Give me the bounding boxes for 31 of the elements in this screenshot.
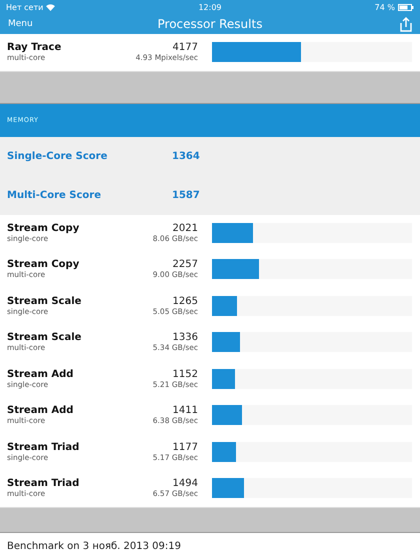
wifi-icon [46,4,56,10]
score-value: 1364 [172,150,200,162]
test-score: 1152 [172,368,198,380]
battery-icon [398,4,414,10]
score-label: Single-Core Score [7,150,108,162]
carrier-text: Нет сети [6,2,44,12]
test-name: Stream Add [7,405,74,416]
test-score: 1411 [172,405,198,416]
test-name: Stream Copy [7,259,80,270]
test-name: Stream Add [7,368,74,380]
test-score: 2021 [172,222,198,234]
test-score: 2257 [172,259,198,270]
test-name: Stream Scale [7,332,82,344]
test-score: 1265 [172,296,198,307]
menu-button[interactable]: Menu [8,19,48,29]
test-name: Ray Trace [7,42,62,54]
test-name: Stream Copy [7,222,80,234]
battery-text: 74 % [374,2,395,12]
test-score: 1494 [172,478,198,490]
test-score: 4177 [172,42,198,54]
test-score: 1177 [172,442,198,453]
score-label: Multi-Core Score [7,190,102,200]
test-name: Stream Triad [7,478,80,490]
share-icon [400,16,412,32]
benchmark-date: Benchmark on 3 нояб. 2013 09:19 [7,540,181,552]
status-time: 12:09 [198,2,222,12]
test-score: 1336 [172,332,198,344]
screen-title: Processor Results [156,17,264,31]
test-name: Stream Scale [7,296,82,307]
test-name: Stream Triad [7,442,80,453]
score-value: 1587 [172,190,200,200]
